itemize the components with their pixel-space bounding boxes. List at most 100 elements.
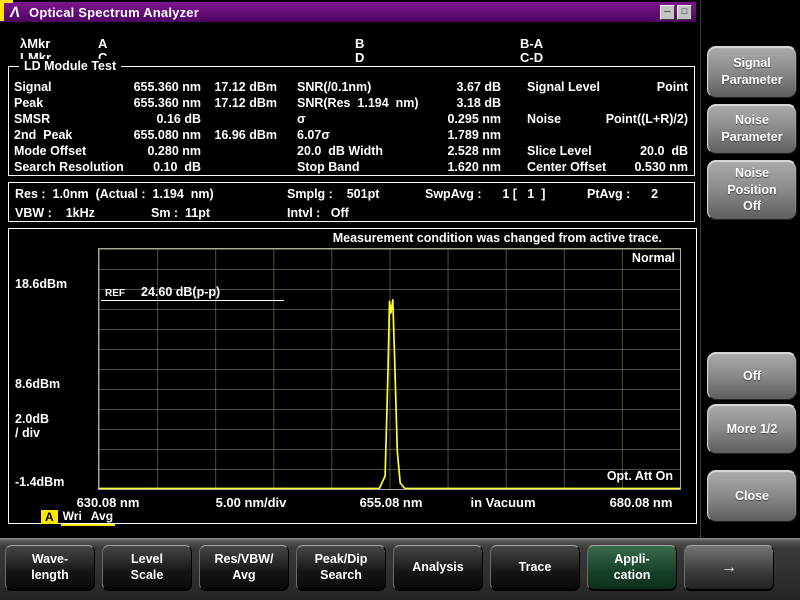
ptavg-setting: PtAvg : 2	[587, 186, 658, 202]
title-bar: Λ Optical Spectrum Analyzer ─ □	[0, 2, 696, 22]
row-value: 0.530 nm	[601, 159, 694, 175]
function-key-res-vbw-avg[interactable]: Res/VBW/ Avg	[199, 545, 289, 591]
function-key-wavelength[interactable]: Wave- length	[5, 545, 95, 591]
analysis-rows: Signal 655.360 nm 17.12 dBm SNR(/0.1nm) …	[9, 79, 694, 175]
trace-mode-badges: Wri Avg	[61, 510, 115, 526]
row-value: 16.96 dBm	[201, 127, 277, 143]
row-value	[201, 159, 277, 175]
softkey-noise-parameter[interactable]: Noise Parameter	[707, 104, 797, 154]
marker-a-label: A	[98, 37, 107, 50]
analysis-title: LD Module Test	[19, 59, 121, 73]
row-label: 2nd Peak	[9, 127, 132, 143]
row-value: 0.295 nm	[429, 111, 501, 127]
row-value	[601, 95, 694, 111]
softkey-off[interactable]: Off	[707, 352, 797, 400]
wavelength-marker-label: λMkr	[20, 37, 50, 50]
sweep-settings-row-2: VBW : 1kHz Sm : 11pt Intvl : Off	[9, 205, 694, 221]
window-controls: ─ □	[660, 5, 692, 20]
minimize-icon[interactable]: ─	[660, 5, 675, 20]
maximize-icon[interactable]: □	[677, 5, 692, 20]
ref-label: REF	[105, 288, 125, 299]
row-label: Mode Offset	[9, 143, 132, 159]
function-key-next-page-arrow-icon[interactable]: →	[684, 545, 774, 591]
row-label: Noise	[501, 111, 601, 127]
analysis-row-smsr: SMSR 0.16 dB σ 0.295 nm Noise Point((L+R…	[9, 111, 694, 127]
spectrum-plot-area[interactable]: Normal REF 24.60 dB(p-p) Opt. Att On	[98, 248, 681, 490]
row-value: 655.080 nm	[132, 127, 201, 143]
row-value	[601, 127, 694, 143]
row-label: Signal	[9, 79, 132, 95]
analysis-row-mode-offset: Mode Offset 0.280 nm 20.0 dB Width 2.528…	[9, 143, 694, 159]
swpavg-setting: SwpAvg : 1 [ 1 ]	[425, 186, 545, 202]
function-key-trace[interactable]: Trace	[490, 545, 580, 591]
smplg-setting: Smplg : 501pt	[287, 186, 379, 202]
softkey-close[interactable]: Close	[707, 470, 797, 522]
row-value: 17.12 dBm	[201, 95, 277, 111]
row-label: Center Offset	[501, 159, 601, 175]
function-key-bar: Wave- length Level Scale Res/VBW/ Avg Pe…	[0, 538, 800, 600]
softkey-panel: Signal Parameter Noise Parameter Noise P…	[700, 0, 800, 538]
marker-b-label: B	[355, 37, 364, 50]
row-label: Stop Band	[277, 159, 429, 175]
row-value: 1.789 nm	[429, 127, 501, 143]
row-value: 20.0 dB	[601, 143, 694, 159]
row-label: Search Resolution	[9, 159, 132, 175]
row-value: Point((L+R)/2)	[601, 111, 694, 127]
marker-ba-label: B-A	[520, 37, 543, 50]
y-axis-label-top: 18.6dBm	[15, 278, 67, 291]
row-label: 6.07σ	[277, 127, 429, 143]
function-key-analysis[interactable]: Analysis	[393, 545, 483, 591]
trace-write-badge: Wri	[63, 510, 82, 523]
active-trace-indicator: A Wri Avg	[41, 510, 115, 526]
softkey-more[interactable]: More 1/2	[707, 404, 797, 454]
reference-level-line: REF 24.60 dB(p-p)	[101, 285, 284, 301]
analysis-row-search-resolution: Search Resolution 0.10 dB Stop Band 1.62…	[9, 159, 694, 175]
ref-value: 24.60 dB(p-p)	[141, 285, 220, 299]
row-value: 0.280 nm	[132, 143, 201, 159]
y-axis-scale-label: 2.0dB	[15, 413, 49, 426]
x-axis-label-left: 630.08 nm	[77, 495, 140, 510]
trace-mode-label: Normal	[632, 251, 675, 265]
focus-corner-mark	[0, 0, 4, 21]
intvl-setting: Intvl : Off	[287, 205, 349, 221]
row-value	[201, 143, 277, 159]
analysis-results-box: LD Module Test Signal 655.360 nm 17.12 d…	[8, 66, 695, 176]
row-value: 0.10 dB	[132, 159, 201, 175]
function-key-level-scale[interactable]: Level Scale	[102, 545, 192, 591]
focus-corner-mark-top	[0, 0, 13, 3]
softkey-signal-parameter[interactable]: Signal Parameter	[707, 46, 797, 98]
optical-attenuator-status: Opt. Att On	[607, 469, 673, 483]
row-value: 17.12 dBm	[201, 79, 277, 95]
row-label: Slice Level	[501, 143, 601, 159]
analysis-row-2nd-peak: 2nd Peak 655.080 nm 16.96 dBm 6.07σ 1.78…	[9, 127, 694, 143]
y-axis-label-mid: 8.6dBm	[15, 378, 60, 391]
softkey-noise-position[interactable]: Noise Position Off	[707, 160, 797, 220]
row-value: 0.16 dB	[132, 111, 201, 127]
row-label: Signal Level	[501, 79, 601, 95]
x-axis-scale-label: 5.00 nm/div	[216, 495, 287, 510]
row-label: SNR(/0.1nm)	[277, 79, 429, 95]
marker-d-label: D	[355, 51, 364, 64]
window-title: Optical Spectrum Analyzer	[29, 5, 199, 20]
function-key-peak-dip-search[interactable]: Peak/Dip Search	[296, 545, 386, 591]
function-key-application[interactable]: Appli- cation	[587, 545, 677, 591]
row-value: 2.528 nm	[429, 143, 501, 159]
sweep-settings-box: Res : 1.0nm (Actual : 1.194 nm) Smplg : …	[8, 182, 695, 222]
trace-letter-badge: A	[41, 510, 58, 524]
row-label: Peak	[9, 95, 132, 111]
row-value: 655.360 nm	[132, 79, 201, 95]
row-value: 1.620 nm	[429, 159, 501, 175]
row-label: σ	[277, 111, 429, 127]
graph-box: Measurement condition was changed from a…	[8, 228, 697, 524]
sm-setting: Sm : 11pt	[151, 205, 210, 221]
row-value	[201, 111, 277, 127]
trace-avg-badge: Avg	[91, 510, 113, 523]
sweep-settings-row-1: Res : 1.0nm (Actual : 1.194 nm) Smplg : …	[9, 186, 694, 202]
measurement-warning-message: Measurement condition was changed from a…	[333, 231, 662, 245]
y-axis-label-bottom: -1.4dBm	[15, 476, 64, 489]
row-label	[501, 95, 601, 111]
res-setting: Res : 1.0nm (Actual : 1.194 nm)	[15, 186, 214, 202]
analysis-row-signal: Signal 655.360 nm 17.12 dBm SNR(/0.1nm) …	[9, 79, 694, 95]
row-value: 655.360 nm	[132, 95, 201, 111]
osa-screen: Λ Optical Spectrum Analyzer ─ □ 10/14/20…	[0, 0, 800, 600]
